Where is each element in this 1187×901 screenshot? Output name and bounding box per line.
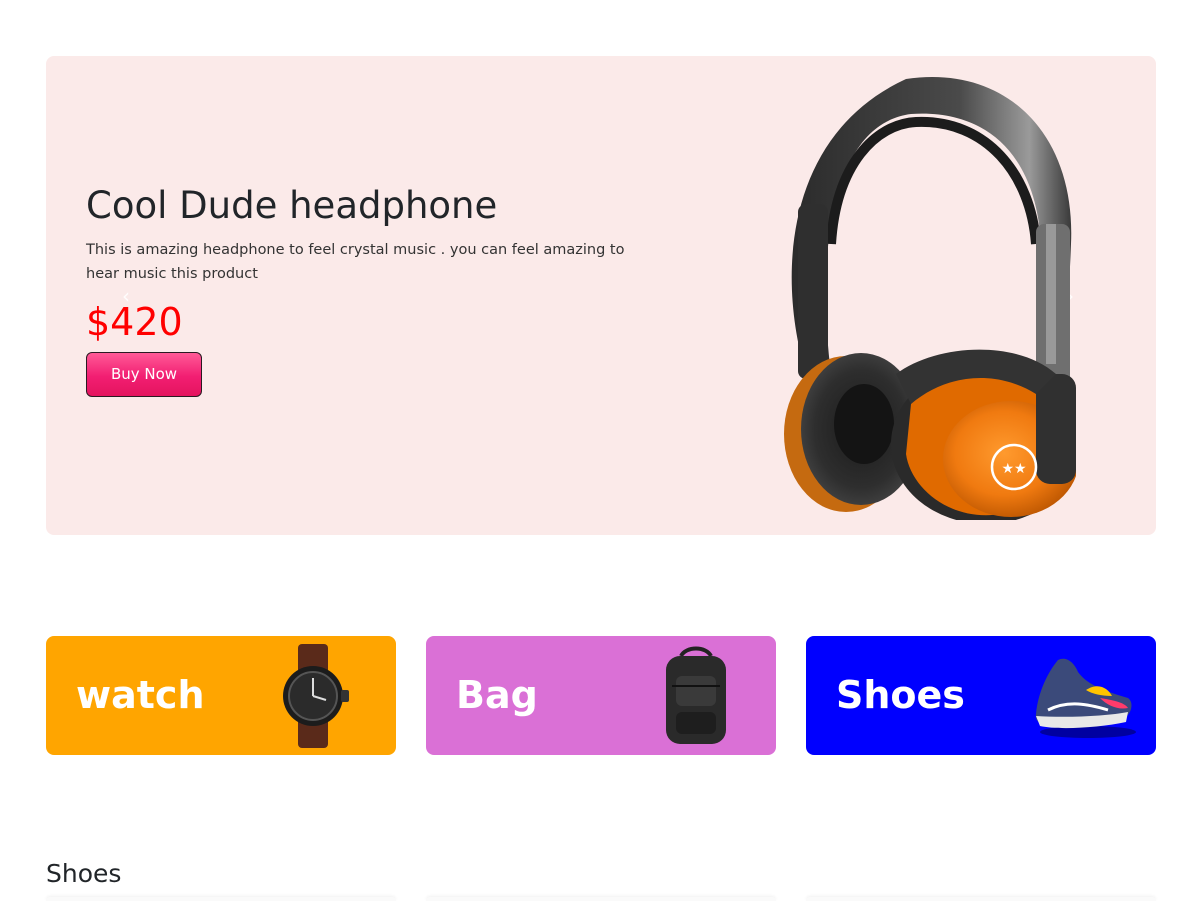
- hero-description: This is amazing headphone to feel crysta…: [86, 242, 625, 283]
- category-label: watch: [76, 673, 205, 717]
- product-card[interactable]: [426, 897, 776, 901]
- hero-title: Cool Dude headphone: [86, 184, 498, 227]
- backpack-image: [666, 646, 726, 744]
- product-card[interactable]: [46, 897, 396, 901]
- hero-text: Cool Dude headphone This is amazing head…: [86, 184, 656, 397]
- hero-carousel: Cool Dude headphone This is amazing head…: [46, 56, 1156, 535]
- category-label: Shoes: [836, 673, 965, 717]
- chevron-left-icon[interactable]: ‹: [118, 284, 134, 308]
- category-card-shoes[interactable]: Shoes: [806, 636, 1156, 755]
- category-list: watch Bag Shoes: [46, 636, 1156, 755]
- product-card[interactable]: [806, 897, 1156, 901]
- headphone-image: ★★: [784, 76, 1076, 520]
- category-card-watch[interactable]: watch: [46, 636, 396, 755]
- section-title: Shoes: [46, 859, 122, 888]
- category-label: Bag: [456, 673, 538, 717]
- buy-now-button[interactable]: Buy Now: [86, 351, 202, 397]
- category-card-bag[interactable]: Bag: [426, 636, 776, 755]
- watch-image: [283, 644, 349, 748]
- svg-text:★★: ★★: [1001, 461, 1026, 477]
- sneaker-image: [1035, 658, 1136, 738]
- hero-price: $420: [86, 300, 183, 345]
